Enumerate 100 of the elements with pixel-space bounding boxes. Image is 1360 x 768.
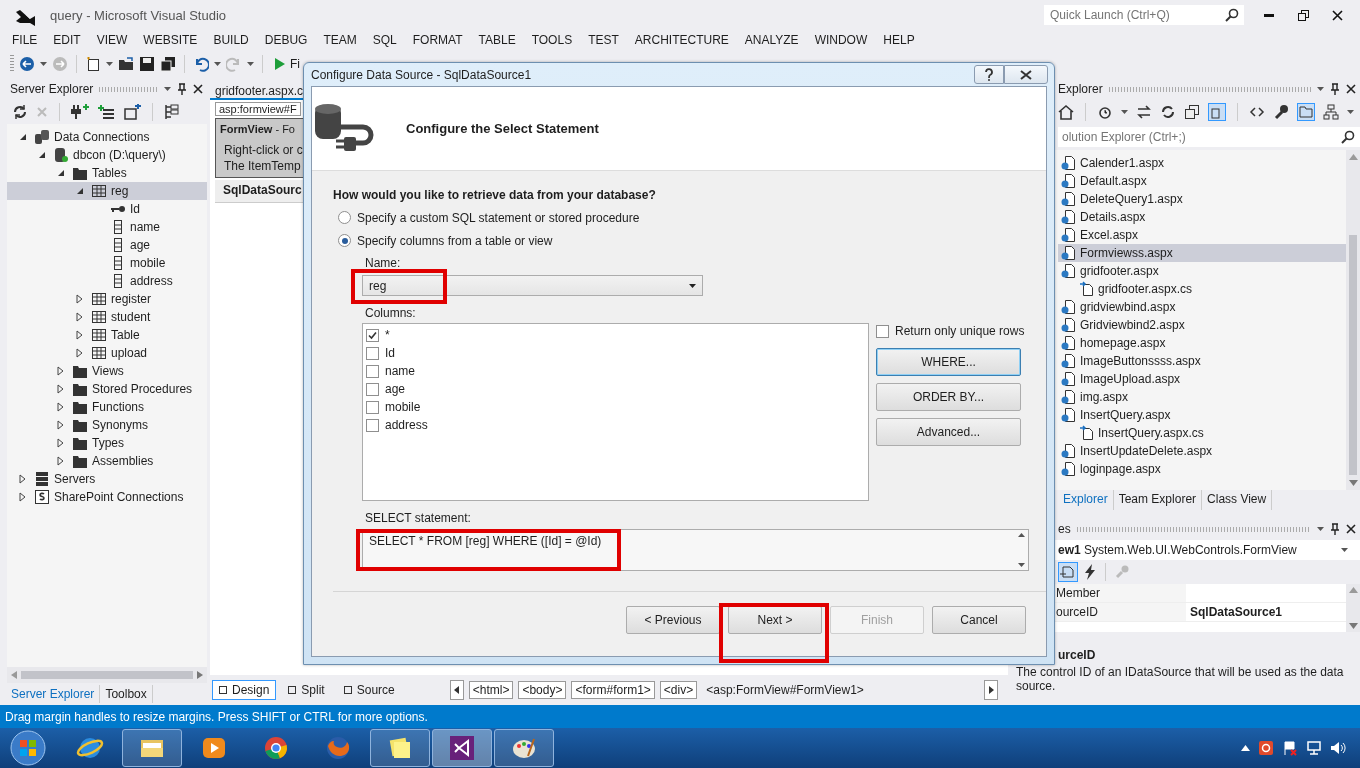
checkbox[interactable]: [366, 418, 379, 432]
close-icon[interactable]: [1346, 524, 1356, 534]
flag-icon[interactable]: [1282, 740, 1298, 756]
panel-tab[interactable]: Toolbox: [100, 685, 153, 703]
tree-item[interactable]: Stored Procedures: [7, 380, 207, 398]
menu-item[interactable]: FORMAT: [404, 33, 471, 47]
dropdown-caret-icon[interactable]: [1341, 548, 1348, 552]
menu-item[interactable]: BUILD: [205, 33, 257, 47]
tree-item[interactable]: Functions: [7, 398, 207, 416]
tree-item[interactable]: Synonyms: [7, 416, 207, 434]
query-button[interactable]: Advanced...: [876, 418, 1021, 446]
add-list-icon[interactable]: [97, 104, 115, 120]
checkbox[interactable]: [366, 382, 379, 396]
tree-item[interactable]: age: [7, 236, 207, 254]
column-name[interactable]: address: [385, 418, 428, 432]
lightning-icon[interactable]: [1084, 564, 1096, 580]
collapsed-arrow-icon[interactable]: [57, 456, 64, 466]
view-button[interactable]: Source: [336, 680, 402, 700]
radio-button[interactable]: [338, 211, 351, 224]
tag-breadcrumb[interactable]: <div>: [659, 681, 698, 699]
scroll-right-button[interactable]: [984, 680, 998, 700]
dropdown-caret-icon[interactable]: [106, 62, 113, 66]
camera-icon[interactable]: [1258, 740, 1274, 756]
checkbox[interactable]: [876, 324, 889, 338]
studio-icon[interactable]: [448, 734, 476, 762]
properties-icon[interactable]: [1058, 562, 1078, 582]
dropdown-caret-icon[interactable]: [40, 62, 47, 66]
collapsed-arrow-icon[interactable]: [57, 384, 64, 394]
view-button[interactable]: Design: [212, 680, 277, 700]
collapsed-arrow-icon[interactable]: [76, 294, 83, 304]
dropdown-caret-icon[interactable]: [1347, 110, 1354, 114]
tree-item[interactable]: reg: [7, 182, 207, 200]
tree-item[interactable]: Tables: [7, 164, 207, 182]
tag-breadcrumb[interactable]: <html>: [468, 681, 514, 699]
dropdown-caret-icon[interactable]: [247, 62, 254, 66]
tree-item[interactable]: dbcon (D:\query\): [7, 146, 207, 164]
collapsed-arrow-icon[interactable]: [19, 492, 26, 502]
pin-icon[interactable]: [177, 83, 187, 95]
solution-file[interactable]: Default.aspx: [1058, 172, 1346, 190]
wizard-button[interactable]: Cancel: [932, 606, 1026, 634]
refresh-icon[interactable]: [12, 104, 28, 120]
solution-file[interactable]: Gridviewbind2.aspx: [1058, 316, 1346, 334]
solution-file[interactable]: InsertUpdateDelete.aspx: [1058, 442, 1346, 460]
solution-file[interactable]: InsertQuery.aspx: [1058, 406, 1346, 424]
wrench-icon[interactable]: [1273, 104, 1289, 120]
checkbox[interactable]: [366, 328, 379, 342]
menu-item[interactable]: TABLE: [470, 33, 524, 47]
tree-item[interactable]: Table: [7, 326, 207, 344]
solution-file[interactable]: DeleteQuery1.aspx: [1058, 190, 1346, 208]
menu-item[interactable]: ANALYZE: [736, 33, 807, 47]
radio-button[interactable]: [338, 234, 351, 247]
windows-icon[interactable]: [1184, 104, 1200, 120]
tree-item[interactable]: Views: [7, 362, 207, 380]
solution-file[interactable]: ImageUpload.aspx: [1058, 370, 1346, 388]
expanded-arrow-icon[interactable]: [37, 151, 46, 159]
tray-caret-icon[interactable]: [1241, 745, 1250, 751]
column-name[interactable]: mobile: [385, 400, 421, 414]
column-name[interactable]: *: [385, 328, 390, 342]
scroll-down-icon[interactable]: [1017, 563, 1025, 567]
menu-item[interactable]: SQL: [364, 33, 405, 47]
tag-breadcrumb[interactable]: <form#form1>: [571, 681, 655, 699]
pin-icon[interactable]: [1330, 523, 1340, 535]
collapsed-arrow-icon[interactable]: [57, 402, 64, 412]
tag-breadcrumb[interactable]: <body>: [518, 681, 567, 699]
save-icon[interactable]: [139, 56, 155, 72]
refresh-icon[interactable]: [1160, 104, 1176, 120]
radio-label[interactable]: Specify columns from a table or view: [357, 233, 553, 248]
menu-item[interactable]: TEST: [580, 33, 627, 47]
help-button[interactable]: [974, 65, 1004, 84]
solution-file[interactable]: Excel.aspx: [1058, 226, 1346, 244]
checkbox[interactable]: [366, 364, 379, 378]
panel-tab[interactable]: Explorer: [1058, 490, 1114, 510]
panel-tab[interactable]: Class View: [1202, 490, 1273, 510]
tag-breadcrumb[interactable]: <asp:FormView#FormView1>: [702, 681, 868, 699]
menu-item[interactable]: WINDOW: [806, 33, 876, 47]
preview-icon[interactable]: [1297, 103, 1315, 121]
speaker-icon[interactable]: [1330, 740, 1346, 756]
scroll-right-icon[interactable]: [197, 671, 203, 679]
collapsed-arrow-icon[interactable]: [76, 312, 83, 322]
tree-item[interactable]: mobile: [7, 254, 207, 272]
solution-file[interactable]: Details.aspx: [1058, 208, 1346, 226]
network-icon[interactable]: [1306, 740, 1322, 756]
connect-plug-icon[interactable]: [71, 104, 89, 120]
tree-item[interactable]: Id: [7, 200, 207, 218]
tree-item[interactable]: upload: [7, 344, 207, 362]
collapsed-arrow-icon[interactable]: [57, 366, 64, 376]
checkbox[interactable]: [366, 346, 379, 360]
tree-item[interactable]: name: [7, 218, 207, 236]
tree-item[interactable]: register: [7, 290, 207, 308]
collapsed-arrow-icon[interactable]: [57, 438, 64, 448]
solution-file[interactable]: Formviewss.aspx: [1058, 244, 1346, 262]
tree-item[interactable]: SharePoint Connections: [7, 488, 207, 506]
menu-item[interactable]: FILE: [4, 33, 46, 47]
scrollbar-thumb[interactable]: [21, 671, 193, 679]
tree-item[interactable]: Assemblies: [7, 452, 207, 470]
scrollbar-thumb[interactable]: [1349, 235, 1357, 475]
scroll-down-icon[interactable]: [1348, 623, 1358, 629]
checkbox[interactable]: [366, 400, 379, 414]
open-folder-icon[interactable]: [118, 56, 134, 72]
close-icon[interactable]: [1346, 84, 1356, 94]
